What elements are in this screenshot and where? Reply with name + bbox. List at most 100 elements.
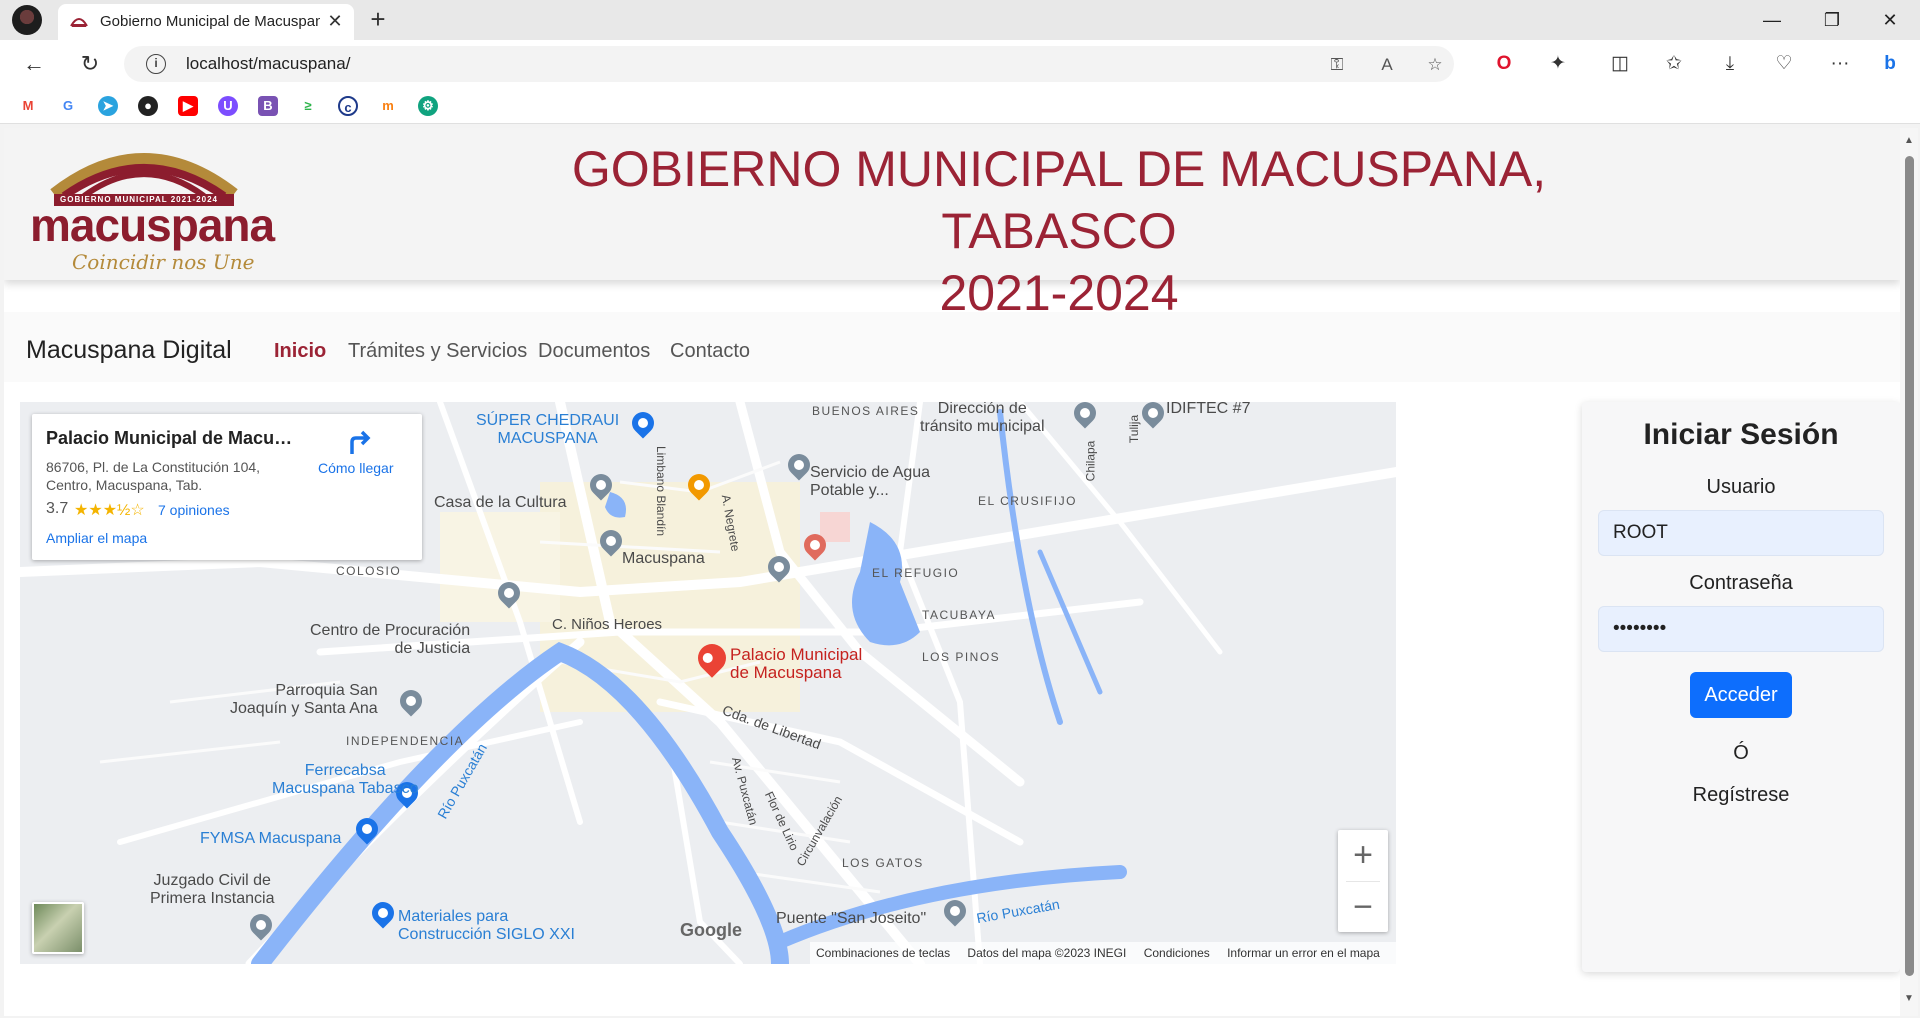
address-bar[interactable]: i localhost/macuspana/ ⚿ A ☆	[124, 46, 1454, 82]
directions-link[interactable]: Cómo llegar	[318, 460, 393, 476]
label-limbano: Limbano Blandín	[654, 445, 669, 537]
gmail-bookmark-icon[interactable]: M	[18, 96, 38, 116]
chatgpt-bookmark-icon[interactable]: ⚙	[418, 96, 438, 116]
split-screen-icon[interactable]: ◫	[1606, 50, 1634, 78]
address-url[interactable]: localhost/macuspana/	[186, 54, 350, 74]
bing-copilot-icon[interactable]: b	[1876, 50, 1904, 78]
browser-essentials-icon[interactable]: ♡	[1770, 50, 1798, 78]
codepen-bookmark-icon[interactable]: c	[338, 96, 358, 116]
label-los-gatos: LOS GATOS	[842, 856, 924, 870]
proton-bookmark-icon[interactable]: U	[218, 96, 238, 116]
nav-link-tramites[interactable]: Trámites y Servicios	[348, 340, 527, 363]
rating-stars-icon: ★★★½☆	[74, 502, 145, 519]
enlarge-map-link[interactable]: Ampliar el mapa	[46, 530, 147, 546]
back-icon[interactable]: ←	[18, 48, 50, 80]
reviews-link[interactable]: 7 opiniones	[158, 502, 230, 518]
browser-tab[interactable]: Gobierno Municipal de Macuspana ✕	[58, 4, 354, 40]
more-menu-icon[interactable]: ···	[1826, 50, 1854, 78]
nav-link-documentos[interactable]: Documentos	[538, 340, 650, 363]
favorite-star-icon[interactable]: ☆	[1424, 54, 1446, 76]
site-info-icon[interactable]: i	[146, 54, 166, 74]
restore-icon[interactable]: ❐	[1812, 4, 1852, 36]
new-tab-button[interactable]: +	[364, 6, 392, 34]
tab-title: Gobierno Municipal de Macuspana	[100, 13, 320, 30]
label-parroquia: Parroquia San Joaquín y Santa Ana	[230, 682, 378, 717]
downloads-icon[interactable]: ⤓	[1716, 50, 1744, 78]
label-materiales: Materiales para Construcción SIGLO XXI	[398, 908, 575, 943]
read-aloud-icon[interactable]: A	[1376, 54, 1398, 76]
place-rating: 3.7	[46, 500, 69, 517]
map-info-card: Palacio Municipal de Macusp... 86706, Pl…	[32, 414, 422, 560]
youtube-bookmark-icon[interactable]: ▶	[178, 96, 198, 116]
google-map[interactable]: SÚPER CHEDRAUI MACUSPANA BUENOS AIRES Di…	[20, 402, 1396, 964]
site-header: GOBIERNO MUNICIPAL 2021-2024 macuspana C…	[4, 128, 1900, 321]
zoom-in-button[interactable]: +	[1338, 830, 1388, 881]
minimize-icon[interactable]: —	[1752, 4, 1792, 36]
scroll-up-icon[interactable]: ▲	[1903, 136, 1915, 146]
google-bookmark-icon[interactable]: G	[58, 96, 78, 116]
window-close-icon[interactable]: ✕	[1870, 4, 1910, 36]
nav-brand[interactable]: Macuspana Digital	[26, 336, 232, 365]
label-super-chedraui: SÚPER CHEDRAUI MACUSPANA	[476, 412, 620, 447]
password-input[interactable]: ••••••••	[1598, 606, 1884, 652]
page-title: GOBIERNO MUNICIPAL DE MACUSPANA, TABASCO…	[474, 138, 1644, 324]
label-el-refugio: EL REFUGIO	[872, 566, 960, 580]
map-zoom-control: + −	[1338, 830, 1388, 932]
site-nav: Macuspana Digital Inicio Trámites y Serv…	[4, 312, 1900, 382]
report-error-link[interactable]: Informar un error en el mapa	[1227, 946, 1380, 960]
logo-wordmark: macuspana	[30, 199, 275, 251]
login-panel: Iniciar Sesión Usuario ROOT Contraseña •…	[1582, 402, 1900, 972]
label-tulija: Tulija	[1127, 414, 1142, 444]
nav-link-contacto[interactable]: Contacto	[670, 340, 750, 363]
map-layer-toggle[interactable]	[32, 902, 84, 954]
telegram-bookmark-icon[interactable]: ➤	[98, 96, 118, 116]
opera-extension-icon[interactable]: O	[1490, 50, 1518, 78]
label-chilapa: Chilapa	[1083, 440, 1098, 482]
register-link[interactable]: Regístrese	[1582, 784, 1900, 807]
zoom-out-button[interactable]: −	[1338, 882, 1388, 933]
key-icon[interactable]: ⚿	[1326, 54, 1348, 76]
favorites-icon[interactable]: ✩	[1660, 50, 1688, 78]
terms-link[interactable]: Condiciones	[1144, 946, 1210, 960]
label-casa-cultura: Casa de la Cultura	[434, 494, 567, 511]
terminal-bookmark-icon[interactable]: ≥	[298, 96, 318, 116]
logo-tagline: Coincidir nos Une	[72, 250, 255, 274]
label-el-crusifijo: EL CRUSIFIJO	[978, 494, 1077, 508]
extensions-icon[interactable]: ✦	[1544, 50, 1572, 78]
or-separator: Ó	[1733, 742, 1749, 764]
github-bookmark-icon[interactable]: ●	[138, 96, 158, 116]
label-fymsa: FYMSA Macuspana	[200, 830, 342, 847]
scroll-down-icon[interactable]: ▼	[1903, 994, 1915, 1004]
map-data-text: Datos del mapa ©2023 INEGI	[967, 946, 1127, 960]
reload-icon[interactable]: ↻	[74, 48, 106, 80]
login-submit-button[interactable]: Acceder	[1690, 672, 1792, 718]
browser-tab-bar: Gobierno Municipal de Macuspana ✕ + — ❐ …	[0, 0, 1920, 40]
browser-toolbar: ← ↻ i localhost/macuspana/ ⚿ A ☆ O ✦ ◫ ✩…	[0, 40, 1920, 88]
directions-icon[interactable]	[344, 428, 372, 456]
nav-link-inicio[interactable]: Inicio	[274, 340, 326, 363]
label-macuspana: Macuspana	[622, 550, 705, 567]
keyboard-shortcuts-link[interactable]: Combinaciones de teclas	[816, 946, 950, 960]
macuspana-favicon-icon	[70, 18, 88, 27]
place-title: Palacio Municipal de Macusp...	[46, 428, 296, 448]
moodle-bookmark-icon[interactable]: m	[378, 96, 398, 116]
label-tacubaya: TACUBAYA	[922, 608, 997, 622]
username-label: Usuario	[1706, 476, 1776, 498]
profile-avatar[interactable]	[12, 5, 42, 35]
tab-close-icon[interactable]: ✕	[324, 10, 346, 32]
title-line-1: GOBIERNO MUNICIPAL DE MACUSPANA, TABASCO	[571, 141, 1547, 259]
macuspana-logo: GOBIERNO MUNICIPAL 2021-2024 macuspana C…	[24, 134, 275, 274]
label-ninos-heroes: C. Niños Heroes	[552, 616, 663, 633]
password-label: Contraseña	[1689, 572, 1793, 594]
scrollbar-thumb[interactable]	[1905, 156, 1914, 976]
label-servicio-agua: Servicio de Agua Potable y...	[810, 464, 931, 499]
login-title: Iniciar Sesión	[1643, 418, 1839, 451]
page-scrollbar[interactable]: ▲ ▼	[1900, 128, 1918, 1016]
label-ferrecabsa: Ferrecabsa Macuspana Tabasco	[272, 762, 419, 797]
label-idiftec: IDIFTEC #7	[1166, 402, 1251, 417]
bookmarks-bar: M G ➤ ● ▶ U B ≥ c m ⚙	[0, 88, 1920, 124]
bootstrap-bookmark-icon[interactable]: B	[258, 96, 278, 116]
label-independencia: INDEPENDENCIA	[346, 734, 465, 748]
page-viewport: GOBIERNO MUNICIPAL 2021-2024 macuspana C…	[4, 128, 1900, 1016]
username-input[interactable]: ROOT	[1598, 510, 1884, 556]
